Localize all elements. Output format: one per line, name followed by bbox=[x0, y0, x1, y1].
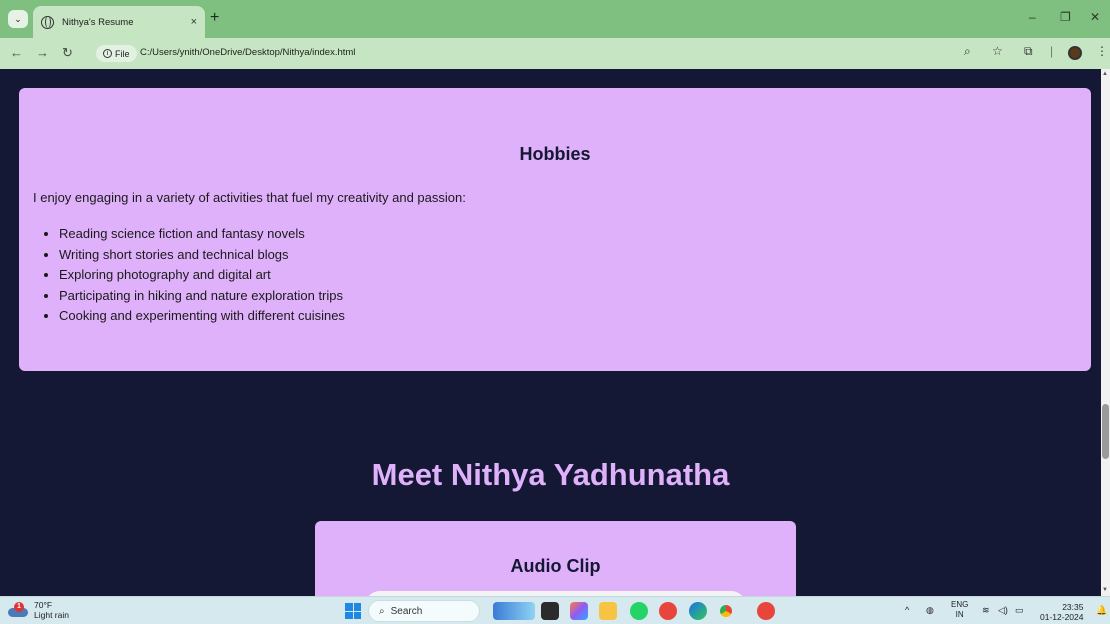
notification-bell-icon[interactable]: 🔔 bbox=[1096, 605, 1107, 616]
tab-bar: ⌄ Nithya's Resume × + – ❐ ✕ bbox=[0, 0, 1110, 38]
start-button[interactable] bbox=[345, 603, 361, 619]
clock[interactable]: 23:35 01-12-2024 bbox=[1040, 602, 1083, 622]
menu-icon[interactable]: ⋮ bbox=[1096, 44, 1108, 58]
volume-icon[interactable]: ◁) bbox=[998, 605, 1008, 616]
search-placeholder: Search bbox=[390, 605, 423, 617]
time: 23:35 bbox=[1062, 602, 1084, 612]
taskbar-search[interactable]: ⌕ Search bbox=[368, 600, 480, 622]
region-code: IN bbox=[955, 610, 964, 619]
hobbies-list: Reading science fiction and fantasy nove… bbox=[59, 224, 345, 327]
tab-active[interactable]: Nithya's Resume × bbox=[33, 6, 205, 38]
list-item: Participating in hiking and nature explo… bbox=[59, 286, 345, 307]
list-item: Writing short stories and technical blog… bbox=[59, 245, 345, 266]
profile-avatar[interactable] bbox=[1068, 46, 1082, 60]
wifi-icon[interactable]: ≋ bbox=[982, 605, 990, 616]
restore-icon[interactable]: ❐ bbox=[1060, 10, 1071, 24]
chrome-icon[interactable] bbox=[717, 602, 735, 620]
globe-icon bbox=[41, 15, 54, 29]
reload-icon[interactable]: ↻ bbox=[62, 45, 73, 61]
url-text[interactable]: C:/Users/ynith/OneDrive/Desktop/Nithya/i… bbox=[140, 47, 355, 58]
search-icon: ⌕ bbox=[379, 605, 385, 617]
list-item: Exploring photography and digital art bbox=[59, 265, 345, 286]
tab-title: Nithya's Resume bbox=[62, 16, 134, 28]
audio-section: Audio Clip bbox=[315, 521, 796, 596]
office-icon[interactable] bbox=[757, 602, 775, 620]
edge-icon[interactable] bbox=[689, 602, 707, 620]
hobbies-intro: I enjoy engaging in a variety of activit… bbox=[33, 190, 466, 205]
language-indicator[interactable]: ENG IN bbox=[951, 600, 968, 620]
taskbar: 1 70°F Light rain ⌕ Search ^ ◍ ENG IN ≋ … bbox=[0, 596, 1110, 624]
audio-heading: Audio Clip bbox=[510, 556, 601, 576]
browser-toolbar: ← → ↻ i File C:/Users/ynith/OneDrive/Des… bbox=[0, 38, 1110, 69]
meet-heading: Meet Nithya Yadhunatha bbox=[371, 457, 730, 492]
scroll-thumb[interactable] bbox=[1102, 404, 1109, 459]
file-explorer-icon[interactable] bbox=[599, 602, 617, 620]
zoom-icon[interactable]: ⌕ bbox=[964, 44, 971, 59]
forward-icon[interactable]: → bbox=[36, 45, 49, 60]
list-item: Cooking and experimenting with different… bbox=[59, 306, 345, 327]
hobbies-section: Hobbies I enjoy engaging in a variety of… bbox=[19, 88, 1091, 371]
scroll-up-icon[interactable]: ▲ bbox=[1102, 71, 1108, 77]
page-scrollbar[interactable]: ▲ ▼ bbox=[1101, 69, 1110, 596]
file-label: File bbox=[115, 48, 130, 59]
app-icon-red[interactable] bbox=[659, 602, 677, 620]
info-icon: i bbox=[103, 49, 112, 58]
list-item: Reading science fiction and fantasy nove… bbox=[59, 224, 345, 245]
tab-search-button[interactable]: ⌄ bbox=[8, 10, 28, 28]
close-icon[interactable]: × bbox=[191, 16, 197, 28]
copilot-icon[interactable] bbox=[570, 602, 588, 620]
weather-condition: Light rain bbox=[34, 610, 69, 620]
whatsapp-icon[interactable] bbox=[630, 602, 648, 620]
rain-cloud-icon: 1 bbox=[8, 602, 30, 618]
weather-badge: 1 bbox=[14, 602, 24, 612]
task-view-icon[interactable] bbox=[541, 602, 559, 620]
hobbies-heading: Hobbies bbox=[519, 144, 591, 164]
toolbar-divider: | bbox=[1050, 44, 1054, 58]
window-close-icon[interactable]: ✕ bbox=[1090, 10, 1100, 24]
weather-widget[interactable]: 1 70°F Light rain bbox=[8, 600, 69, 620]
chevron-up-icon[interactable]: ^ bbox=[905, 605, 909, 615]
vpn-icon[interactable]: ◍ bbox=[926, 605, 934, 616]
page-content: Hobbies I enjoy engaging in a variety of… bbox=[0, 69, 1101, 596]
language-code: ENG bbox=[951, 600, 969, 609]
scroll-down-icon[interactable]: ▼ bbox=[1102, 587, 1108, 593]
site-info-chip[interactable]: i File bbox=[96, 45, 137, 62]
extensions-icon[interactable]: ⧉ bbox=[1024, 44, 1033, 59]
date: 01-12-2024 bbox=[1040, 612, 1084, 622]
temperature: 70°F bbox=[34, 600, 53, 610]
address-bar[interactable]: i File C:/Users/ynith/OneDrive/Desktop/N… bbox=[92, 43, 1010, 64]
star-icon[interactable]: ☆ bbox=[992, 44, 1003, 58]
battery-icon[interactable]: ▭ bbox=[1015, 605, 1024, 616]
new-tab-button[interactable]: + bbox=[210, 10, 219, 26]
minimize-icon[interactable]: – bbox=[1029, 10, 1036, 24]
widgets-icon[interactable] bbox=[493, 602, 535, 620]
back-icon[interactable]: ← bbox=[10, 45, 23, 60]
